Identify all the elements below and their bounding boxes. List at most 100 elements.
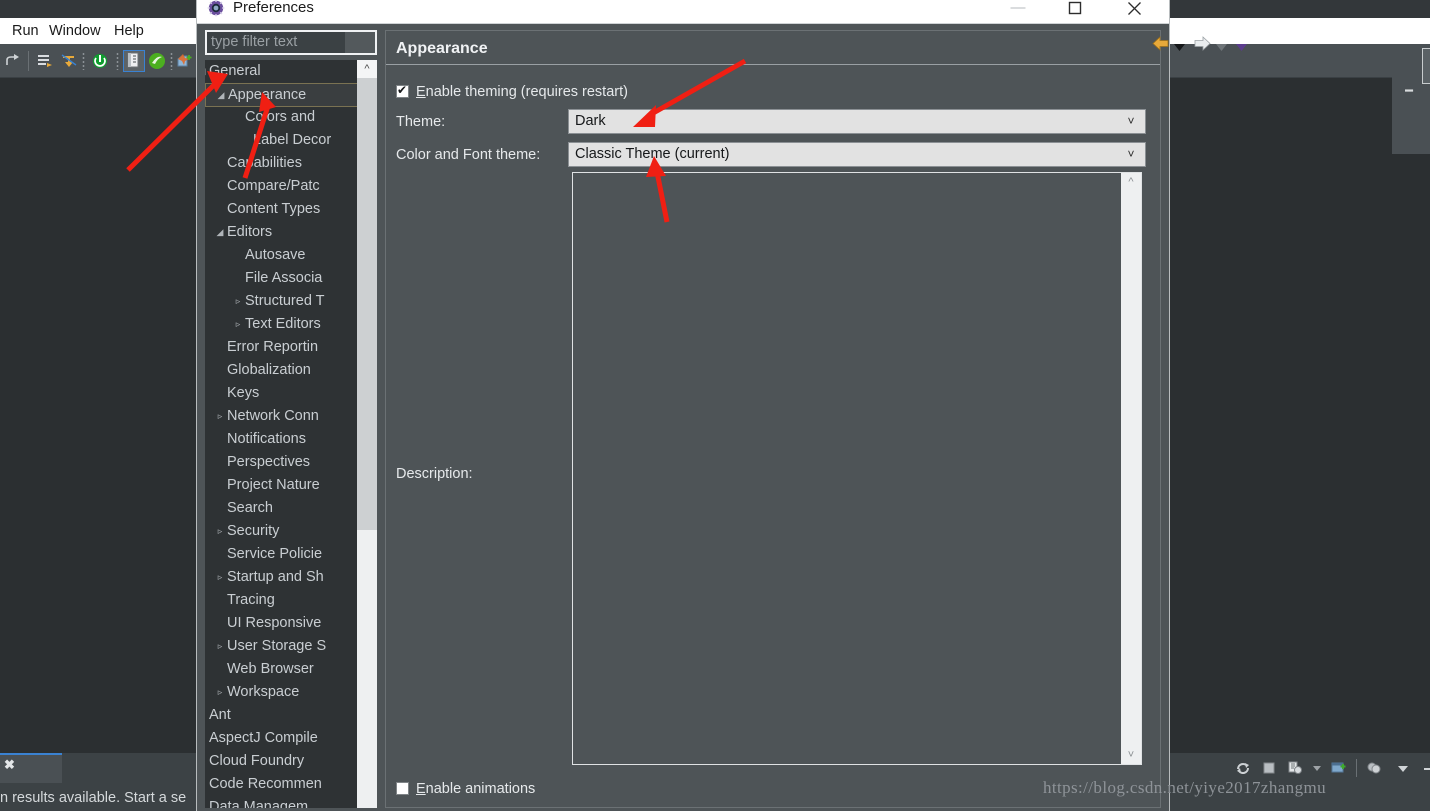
tree-item-label: Workspace bbox=[227, 684, 300, 700]
tree-item-user-storage-s[interactable]: ▹ User Storage S bbox=[205, 635, 377, 658]
tree-item-startup-and-sh[interactable]: ▹ Startup and Sh bbox=[205, 566, 377, 589]
scrollbar-thumb[interactable] bbox=[357, 78, 377, 530]
twisty-expanded-icon[interactable]: ◢ bbox=[214, 84, 228, 106]
toolbar-drag-handle-2[interactable] bbox=[116, 52, 119, 70]
new-console-icon[interactable] bbox=[1331, 760, 1347, 776]
enable-theming-checkbox[interactable] bbox=[396, 82, 409, 98]
tree-scrollbar[interactable]: ^ bbox=[357, 60, 377, 808]
menu-item-window[interactable]: Window bbox=[45, 21, 105, 41]
toolbar-separator bbox=[28, 51, 29, 71]
dialog-title-bar[interactable]: Preferences — bbox=[197, 0, 1169, 23]
run-last-tool-icon[interactable] bbox=[4, 52, 22, 70]
twisty-expanded-icon[interactable]: ◢ bbox=[213, 221, 227, 244]
right-side-tab[interactable] bbox=[1422, 48, 1430, 84]
twisty-collapsed-icon[interactable]: ▹ bbox=[231, 313, 245, 336]
tree-item-aspectj-compile[interactable]: AspectJ Compile bbox=[205, 727, 377, 750]
twisty-collapsed-icon[interactable]: ▹ bbox=[213, 566, 227, 589]
scroll-up-icon[interactable]: ^ bbox=[357, 60, 377, 78]
tree-item-label: Tracing bbox=[227, 592, 275, 608]
minimize-button[interactable]: — bbox=[995, 0, 1041, 23]
back-dropdown-icon[interactable] bbox=[1174, 36, 1185, 58]
tree-item-file-associa[interactable]: File Associa bbox=[205, 267, 377, 290]
tree-item-structured-t[interactable]: ▹ Structured T bbox=[205, 290, 377, 313]
refresh-icon[interactable] bbox=[1235, 760, 1251, 776]
tree-item-security[interactable]: ▹ Security bbox=[205, 520, 377, 543]
tree-item-search[interactable]: Search bbox=[205, 497, 377, 520]
theme-combobox[interactable]: Dark ˅ bbox=[568, 109, 1146, 134]
tree-item-cloud-foundry[interactable]: ▹Cloud Foundry bbox=[205, 750, 377, 773]
enable-animations-checkbox[interactable] bbox=[396, 782, 409, 795]
tree-item-notifications[interactable]: Notifications bbox=[205, 428, 377, 451]
twisty-collapsed-icon[interactable]: ▹ bbox=[231, 290, 245, 313]
tree-item-network-conn[interactable]: ▹ Network Conn bbox=[205, 405, 377, 428]
scroll-down-icon[interactable]: ˅ bbox=[1121, 746, 1141, 764]
search-input[interactable]: type filter text bbox=[205, 30, 377, 55]
tree-item-data-managem[interactable]: ▹Data Managem bbox=[205, 796, 377, 808]
minimize-view-icon[interactable] bbox=[1421, 760, 1430, 776]
twisty-collapsed-icon[interactable]: ▹ bbox=[213, 520, 227, 543]
twisty-collapsed-icon[interactable]: ▹ bbox=[213, 635, 227, 658]
maximize-button[interactable] bbox=[1052, 0, 1098, 23]
scroll-up-icon[interactable]: ^ bbox=[1121, 173, 1141, 191]
tree-item-keys[interactable]: Keys bbox=[205, 382, 377, 405]
new-wizard-icon[interactable] bbox=[176, 52, 194, 70]
tree-item-editors[interactable]: ◢ Editors bbox=[205, 221, 377, 244]
tree-item-perspectives[interactable]: Perspectives bbox=[205, 451, 377, 474]
color-font-theme-value: Classic Theme (current) bbox=[575, 146, 730, 162]
tree-item-colors-and[interactable]: Colors and bbox=[205, 106, 377, 129]
tree-item-label-decor[interactable]: Label Decor bbox=[205, 129, 377, 152]
tree-item-error-reportin[interactable]: Error Reportin bbox=[205, 336, 377, 359]
tree-item-compare-patc[interactable]: Compare/Patc bbox=[205, 175, 377, 198]
tree-item-label: Capabilities bbox=[227, 155, 302, 171]
tree-item-label: Text Editors bbox=[245, 316, 321, 332]
pin-icon[interactable] bbox=[1287, 760, 1303, 776]
tree-item-appearance[interactable]: ◢ Appearance bbox=[205, 83, 377, 107]
view-menu-dropdown-icon[interactable] bbox=[1236, 36, 1247, 58]
tree-item-label: File Associa bbox=[245, 270, 323, 286]
tree-item-workspace[interactable]: ▹ Workspace bbox=[205, 681, 377, 704]
color-font-theme-combobox[interactable]: Classic Theme (current) ˅ bbox=[568, 142, 1146, 167]
tree-item-web-browser[interactable]: Web Browser bbox=[205, 658, 377, 681]
terminate-icon[interactable] bbox=[91, 52, 109, 70]
spring-boot-icon[interactable] bbox=[148, 52, 166, 70]
twisty-collapsed-icon[interactable]: ▹ bbox=[213, 405, 227, 428]
description-scrollbar[interactable]: ^ ˅ bbox=[1121, 173, 1141, 764]
tree-item-capabilities[interactable]: Capabilities bbox=[205, 152, 377, 175]
skip-breakpoints-icon[interactable] bbox=[60, 52, 78, 70]
close-icon[interactable]: ✖ bbox=[4, 758, 18, 772]
dialog-title: Preferences bbox=[233, 0, 314, 16]
menu-item-run[interactable]: Run bbox=[8, 21, 43, 41]
stop-icon[interactable] bbox=[1261, 760, 1277, 776]
preferences-tree[interactable]: ◢General◢AppearanceColors andLabel Decor… bbox=[205, 60, 377, 808]
dropdown-icon[interactable] bbox=[1309, 760, 1325, 776]
toolbar-drag-handle-3[interactable] bbox=[170, 52, 173, 70]
tree-item-label: Content Types bbox=[227, 201, 321, 217]
description-textarea[interactable]: ^ ˅ bbox=[572, 172, 1142, 765]
tree-item-autosave[interactable]: Autosave bbox=[205, 244, 377, 267]
minimize-icon[interactable]: ━ bbox=[1402, 84, 1416, 98]
close-button[interactable] bbox=[1111, 0, 1157, 23]
tree-item-project-nature[interactable]: Project Nature bbox=[205, 474, 377, 497]
tree-item-ant[interactable]: ▹Ant bbox=[205, 704, 377, 727]
chevron-down-icon[interactable]: ˅ bbox=[1124, 146, 1138, 163]
tree-item-text-editors[interactable]: ▹ Text Editors bbox=[205, 313, 377, 336]
tree-item-content-types[interactable]: Content Types bbox=[205, 198, 377, 221]
forward-arrow-icon[interactable] bbox=[1194, 36, 1211, 58]
tree-item-tracing[interactable]: Tracing bbox=[205, 589, 377, 612]
tree-item-service-policie[interactable]: Service Policie bbox=[205, 543, 377, 566]
toolbar-drag-handle[interactable] bbox=[82, 52, 85, 70]
twisty-collapsed-icon[interactable]: ▹ bbox=[213, 681, 227, 704]
menu-item-help[interactable]: Help bbox=[110, 21, 148, 41]
tree-item-code-recommen[interactable]: ▹Code Recommen bbox=[205, 773, 377, 796]
color-font-theme-label: Color and Font theme: bbox=[396, 147, 541, 163]
tree-item-general[interactable]: ◢General bbox=[205, 60, 377, 83]
status-text: n results available. Start a se bbox=[0, 790, 187, 806]
tree-item-globalization[interactable]: Globalization bbox=[205, 359, 377, 382]
tree-item-ui-responsive[interactable]: UI Responsive bbox=[205, 612, 377, 635]
debug-perspective-icon[interactable] bbox=[36, 52, 54, 70]
display-selected-icon[interactable] bbox=[1366, 760, 1382, 776]
open-task-icon[interactable] bbox=[123, 50, 145, 72]
back-arrow-icon[interactable] bbox=[1152, 36, 1169, 58]
view-menu-icon[interactable] bbox=[1395, 760, 1411, 776]
chevron-down-icon[interactable]: ˅ bbox=[1124, 113, 1138, 130]
